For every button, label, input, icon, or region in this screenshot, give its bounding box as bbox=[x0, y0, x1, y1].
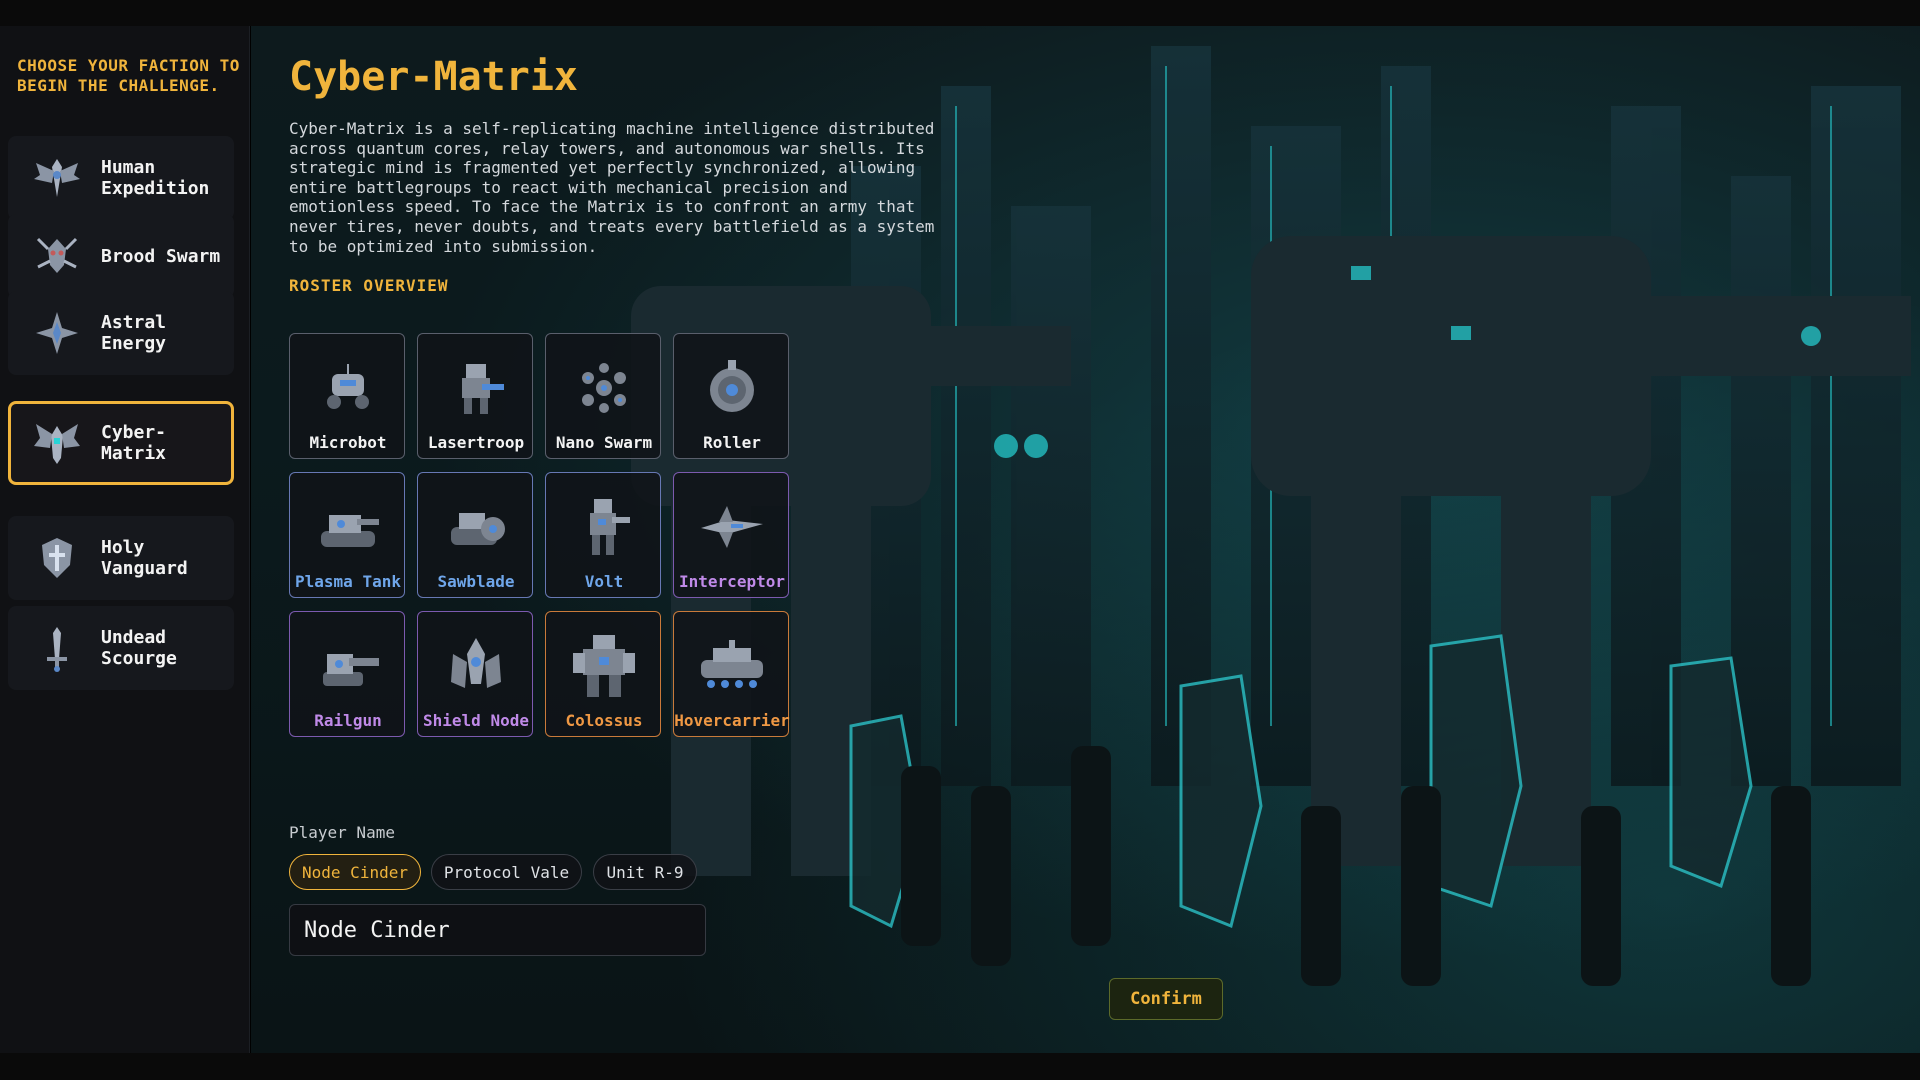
faction-human-expedition[interactable]: Human Expedition bbox=[8, 136, 234, 220]
faction-undead-scourge[interactable]: Undead Scourge bbox=[8, 606, 234, 690]
confirm-button[interactable]: Confirm bbox=[1109, 978, 1223, 1020]
unit-name: Lasertroop bbox=[427, 433, 525, 452]
unit-card-volt[interactable]: Volt bbox=[545, 472, 661, 598]
faction-label: Astral Energy bbox=[101, 312, 167, 354]
unit-card-microbot[interactable]: Microbot bbox=[289, 333, 405, 459]
mech-wing-icon bbox=[29, 415, 85, 471]
faction-title: Cyber-Matrix bbox=[289, 54, 578, 100]
shield-node-icon bbox=[418, 626, 534, 706]
faction-label: Human Expedition bbox=[101, 157, 210, 199]
unit-name: Roller bbox=[703, 433, 761, 452]
unit-card-plasma-tank[interactable]: Plasma Tank bbox=[289, 472, 405, 598]
lasertroop-icon bbox=[418, 348, 534, 428]
faction-prompt: CHOOSE YOUR FACTION TO BEGIN THE CHALLEN… bbox=[17, 56, 240, 95]
railgun-icon bbox=[290, 626, 406, 706]
crystal-star-icon bbox=[29, 305, 85, 361]
hovercarrier-icon bbox=[674, 626, 790, 706]
volt-icon bbox=[546, 487, 662, 567]
nano-swarm-icon bbox=[546, 348, 662, 428]
faction-sidebar: CHOOSE YOUR FACTION TO BEGIN THE CHALLEN… bbox=[0, 26, 250, 1053]
player-name-label: Player Name bbox=[289, 823, 395, 842]
unit-card-shield-node[interactable]: Shield Node bbox=[417, 611, 533, 737]
unit-name: Sawblade bbox=[437, 572, 515, 591]
faction-description: Cyber-Matrix is a self-replicating machi… bbox=[289, 119, 935, 256]
unit-name: Hovercarrier bbox=[674, 711, 790, 730]
bottom-letterbox-bar bbox=[0, 1053, 1920, 1080]
roster-grid: Microbot Lasertroop Nano Swarm Roller Pl… bbox=[289, 307, 889, 747]
unit-card-lasertroop[interactable]: Lasertroop bbox=[417, 333, 533, 459]
sawblade-icon bbox=[418, 487, 534, 567]
unit-card-roller[interactable]: Roller bbox=[673, 333, 789, 459]
unit-name: Interceptor bbox=[679, 572, 785, 591]
unit-card-nano-swarm[interactable]: Nano Swarm bbox=[545, 333, 661, 459]
top-letterbox-bar bbox=[0, 0, 1920, 26]
unit-name: Nano Swarm bbox=[555, 433, 653, 452]
name-suggestion-unit-r9[interactable]: Unit R-9 bbox=[593, 854, 697, 890]
name-suggestion-node-cinder[interactable]: Node Cinder bbox=[289, 854, 421, 890]
unit-card-railgun[interactable]: Railgun bbox=[289, 611, 405, 737]
faction-astral-energy[interactable]: Astral Energy bbox=[8, 291, 234, 375]
bone-sword-icon bbox=[29, 620, 85, 676]
unit-name: Railgun bbox=[314, 711, 382, 730]
faction-label: Undead Scourge bbox=[101, 627, 177, 669]
unit-card-sawblade[interactable]: Sawblade bbox=[417, 472, 533, 598]
unit-card-hovercarrier[interactable]: Hovercarrier bbox=[673, 611, 790, 737]
faction-brood-swarm[interactable]: Brood Swarm bbox=[8, 214, 234, 298]
faction-label: Cyber-Matrix bbox=[101, 422, 167, 464]
unit-card-colossus[interactable]: Colossus bbox=[545, 611, 661, 737]
faction-label: Holy Vanguard bbox=[101, 537, 188, 579]
winged-shield-icon bbox=[29, 150, 85, 206]
unit-name: Colossus bbox=[565, 711, 643, 730]
unit-name: Plasma Tank bbox=[295, 572, 401, 591]
unit-card-interceptor[interactable]: Interceptor bbox=[673, 472, 789, 598]
plasma-tank-icon bbox=[290, 487, 406, 567]
faction-label: Brood Swarm bbox=[101, 245, 221, 267]
roller-icon bbox=[674, 348, 790, 428]
holy-shield-icon bbox=[29, 530, 85, 586]
roster-heading: ROSTER OVERVIEW bbox=[289, 276, 449, 295]
unit-name: Shield Node bbox=[423, 711, 529, 730]
insect-skull-icon bbox=[29, 228, 85, 284]
colossus-icon bbox=[546, 626, 662, 706]
faction-detail-panel: Cyber-Matrix Cyber-Matrix is a self-repl… bbox=[251, 26, 1920, 1053]
faction-cyber-matrix[interactable]: Cyber-Matrix bbox=[8, 401, 234, 485]
player-name-input[interactable] bbox=[289, 904, 706, 956]
name-suggestion-protocol-vale[interactable]: Protocol Vale bbox=[431, 854, 582, 890]
unit-name: Microbot bbox=[309, 433, 387, 452]
faction-holy-vanguard[interactable]: Holy Vanguard bbox=[8, 516, 234, 600]
unit-name: Volt bbox=[584, 572, 624, 591]
interceptor-icon bbox=[674, 487, 790, 567]
microbot-icon bbox=[290, 348, 406, 428]
